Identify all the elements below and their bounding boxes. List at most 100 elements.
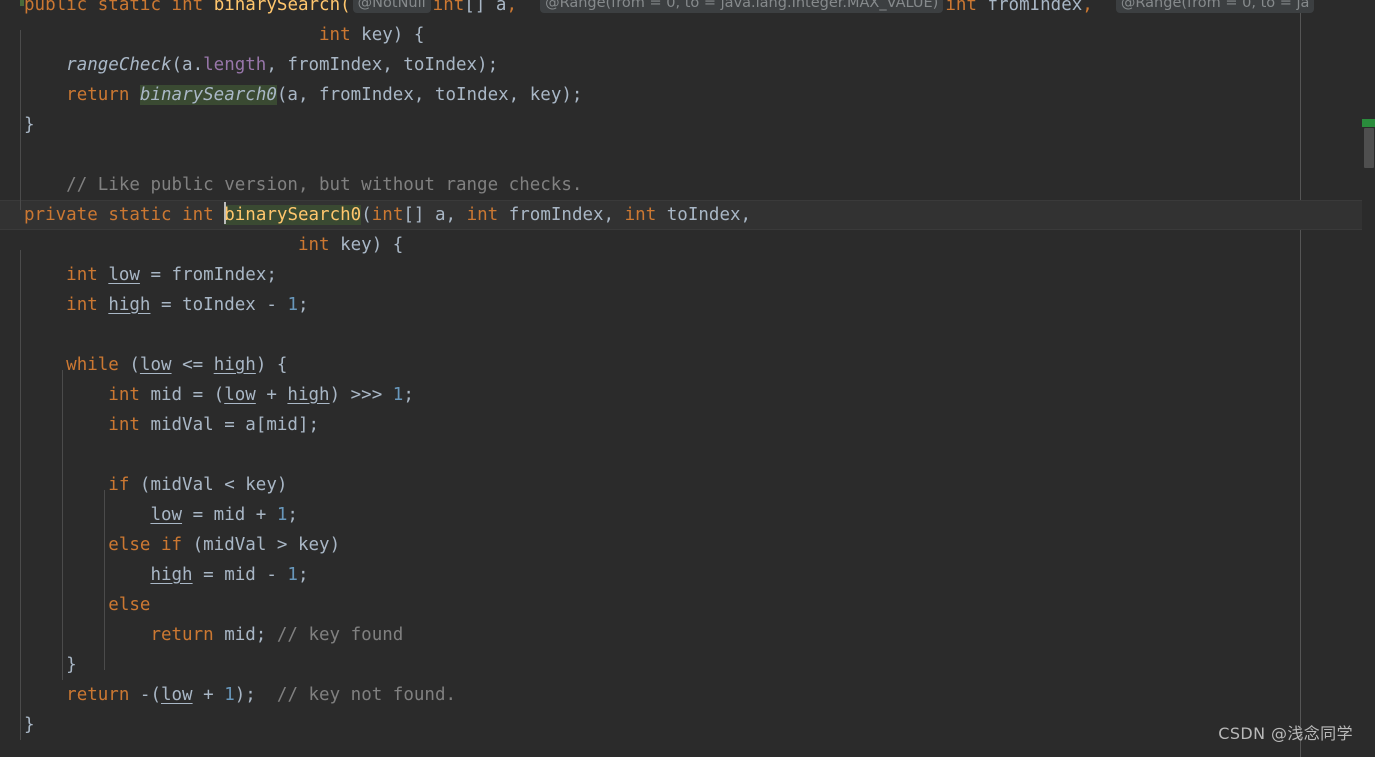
code-token: mid;: [213, 625, 277, 645]
code-token: ;: [297, 565, 309, 585]
code-line[interactable]: else if (midVal > key): [0, 530, 1375, 560]
code-token: low: [150, 505, 183, 525]
code-token: ;: [297, 295, 309, 315]
code-token: ;: [403, 385, 414, 405]
code-token: 1: [287, 565, 298, 585]
code-token: = toIndex -: [150, 295, 288, 315]
code-token: }: [66, 655, 77, 675]
code-token: ,: [1082, 0, 1093, 15]
highlighted-symbol[interactable]: binarySearch0: [139, 85, 277, 105]
code-line[interactable]: return binarySearch0(a, fromIndex, toInd…: [0, 80, 1375, 110]
code-token: ;: [287, 505, 298, 525]
code-token: high: [287, 385, 330, 405]
code-token: return: [66, 85, 130, 105]
code-line[interactable]: private static int binarySearch0(int[] a…: [0, 200, 1375, 230]
code-line[interactable]: int key) {: [0, 20, 1375, 50]
code-token: int: [371, 205, 404, 225]
code-line[interactable]: [0, 440, 1375, 470]
code-token: (: [340, 0, 351, 15]
code-token: fromIndex,: [498, 205, 625, 225]
code-line[interactable]: // Like public version, but without rang…: [0, 170, 1375, 200]
code-token: int: [66, 265, 98, 285]
code-line[interactable]: [0, 140, 1375, 170]
code-token: ) >>>: [329, 385, 393, 405]
editor-scrollbar-column[interactable]: [1362, 0, 1375, 757]
code-line[interactable]: if (midVal < key): [0, 470, 1375, 500]
inlay-hint[interactable]: @Range(from = 0, to = java.lang.Integer.…: [540, 0, 944, 13]
code-token: while: [66, 355, 119, 375]
code-line[interactable]: int midVal = a[mid];: [0, 410, 1375, 440]
code-line[interactable]: return -(low + 1); // key not found.: [0, 680, 1375, 710]
code-line[interactable]: }: [0, 650, 1375, 680]
code-line[interactable]: [0, 320, 1375, 350]
code-line[interactable]: while (low <= high) {: [0, 350, 1375, 380]
code-token: static: [108, 205, 172, 225]
code-token: int: [108, 415, 140, 435]
code-token: rangeCheck: [66, 55, 172, 75]
code-token: (: [118, 355, 140, 375]
code-token: = fromIndex;: [139, 265, 277, 285]
code-line[interactable]: high = mid - 1;: [0, 560, 1375, 590]
code-token: a: [495, 0, 507, 15]
highlighted-symbol-caret[interactable]: binarySearch0: [224, 202, 362, 225]
code-token: 1: [224, 685, 235, 705]
code-token: if: [108, 475, 130, 495]
code-line[interactable]: int key) {: [0, 230, 1375, 260]
code-token: return: [150, 625, 214, 645]
code-token: low: [108, 265, 140, 285]
code-token: [] a,: [403, 205, 467, 225]
code-token: public: [24, 0, 88, 15]
code-token: key) {: [350, 25, 425, 45]
code-token: binarySearch: [213, 0, 341, 15]
inlay-hint[interactable]: @NotNull: [352, 0, 431, 13]
code-token: int: [108, 385, 140, 405]
code-token: fromIndex: [976, 0, 1083, 15]
editor-viewport[interactable]: public static int binarySearch(@NotNull i…: [0, 0, 1375, 757]
code-token: int: [945, 0, 977, 15]
code-token: key) {: [329, 235, 404, 255]
code-token: private: [24, 205, 98, 225]
code-line[interactable]: }: [0, 110, 1375, 140]
code-line[interactable]: rangeCheck(a.length, fromIndex, toIndex)…: [0, 50, 1375, 80]
code-line[interactable]: int high = toIndex - 1;: [0, 290, 1375, 320]
code-text-area[interactable]: public static int binarySearch(@NotNull i…: [0, 0, 1375, 740]
code-token: ) {: [255, 355, 288, 375]
code-line[interactable]: int mid = (low + high) >>> 1;: [0, 380, 1375, 410]
code-token: toIndex,: [656, 205, 752, 225]
code-token: int: [624, 205, 657, 225]
code-line[interactable]: }: [0, 710, 1375, 740]
code-token: }: [24, 115, 35, 135]
code-token: []: [464, 0, 496, 15]
vcs-change-marker[interactable]: [1362, 119, 1375, 127]
inlay-hint[interactable]: @Range(from = 0, to = ja: [1115, 0, 1315, 13]
code-line[interactable]: low = mid + 1;: [0, 500, 1375, 530]
code-token: // key found: [276, 625, 404, 645]
code-token: high: [108, 295, 151, 315]
code-line[interactable]: int low = fromIndex;: [0, 260, 1375, 290]
code-line[interactable]: else: [0, 590, 1375, 620]
code-token: = mid -: [192, 565, 288, 585]
code-line[interactable]: return mid; // key found: [0, 620, 1375, 650]
code-token: low: [224, 385, 256, 405]
vertical-scrollbar-thumb[interactable]: [1364, 128, 1374, 168]
code-token: +: [192, 685, 225, 705]
code-line[interactable]: public static int binarySearch(@NotNull i…: [0, 0, 1375, 20]
